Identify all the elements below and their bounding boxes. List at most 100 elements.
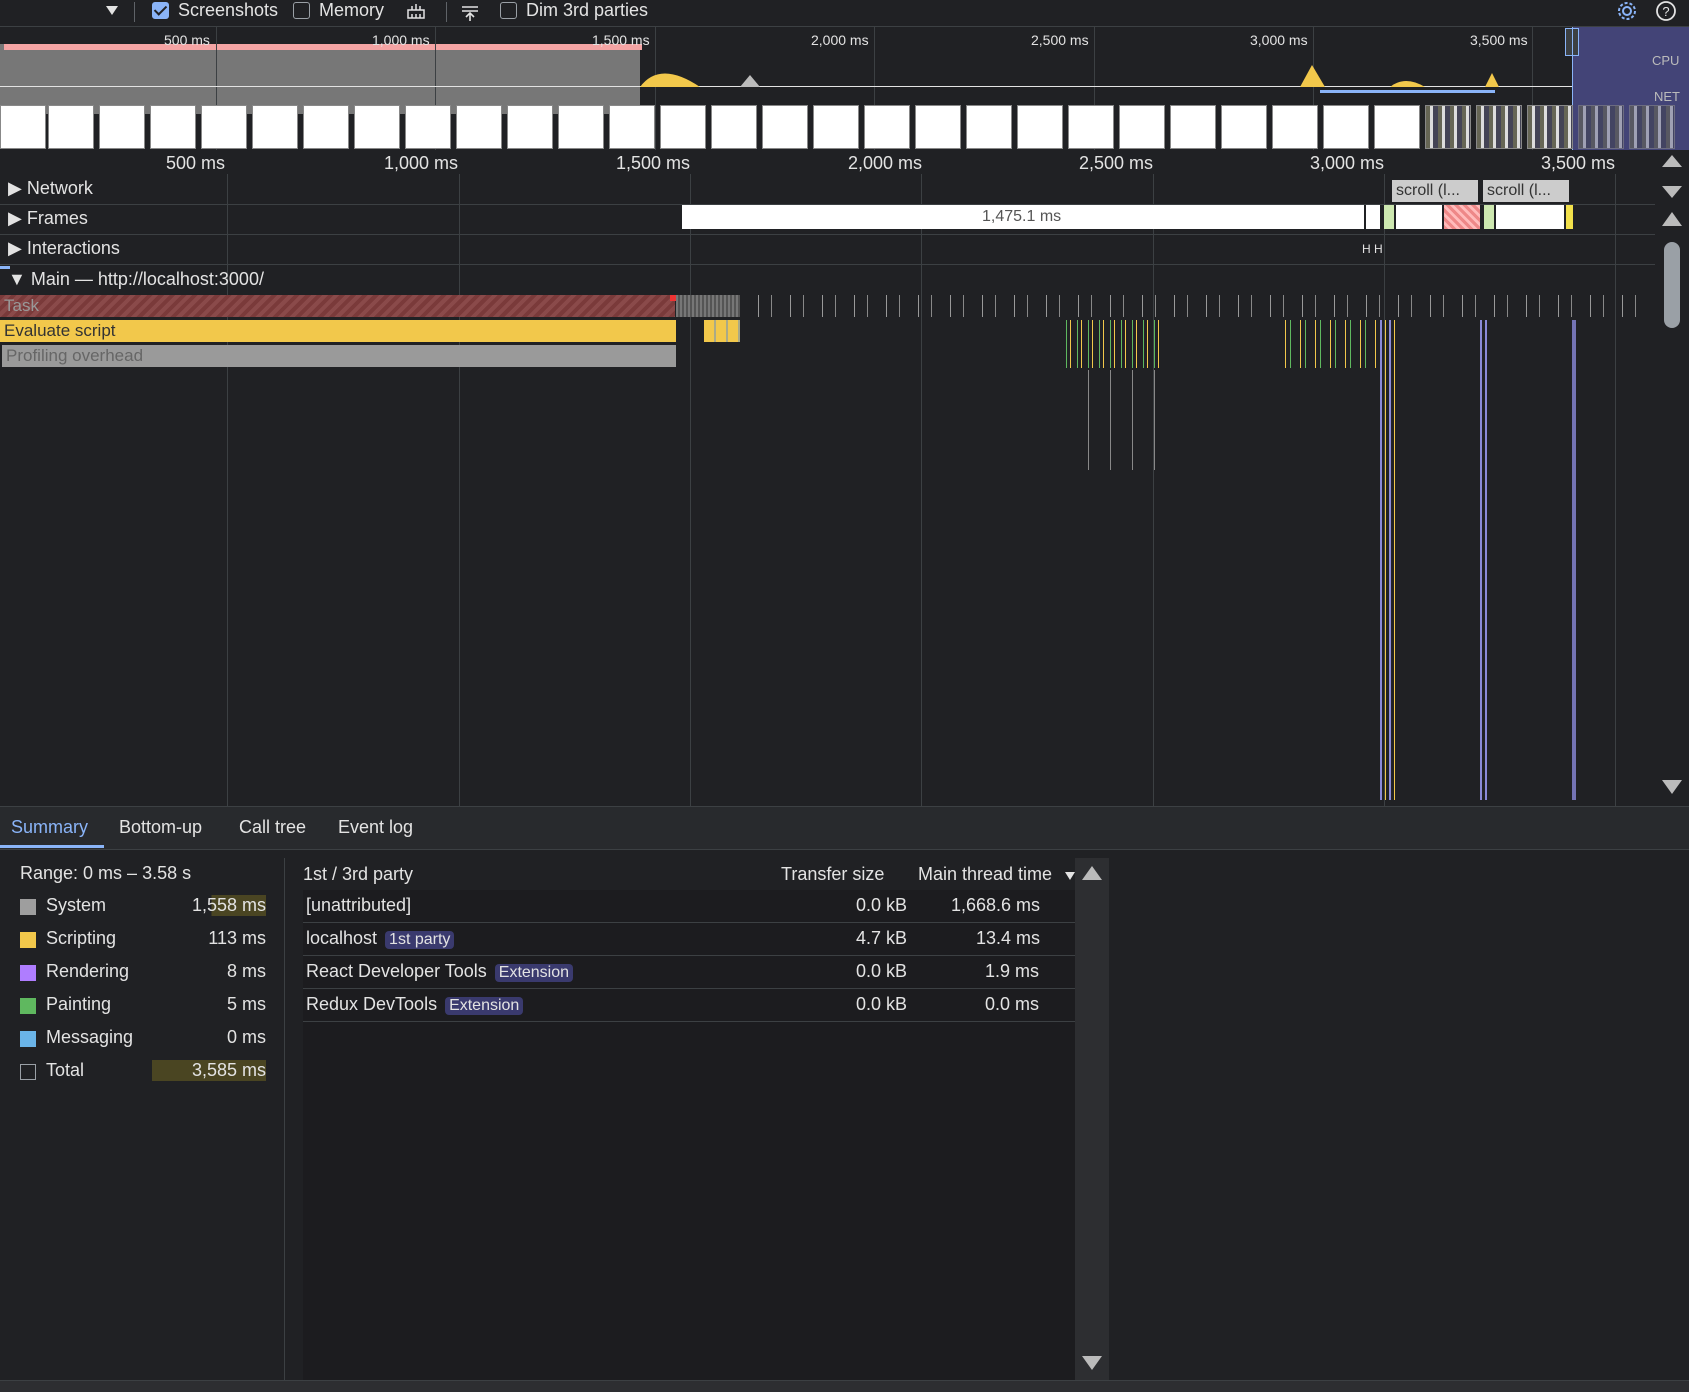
nested-call-stack[interactable] <box>1088 370 1158 470</box>
screenshot-thumbnail[interactable] <box>1578 105 1624 149</box>
ruler-tick: 2,000 ms <box>848 153 923 173</box>
dropped-frame-block[interactable] <box>1444 205 1480 229</box>
memory-checkbox[interactable] <box>293 2 310 19</box>
interaction-marker[interactable]: H H <box>1362 242 1383 256</box>
screenshot-thumbnail[interactable] <box>1629 105 1675 149</box>
table-row[interactable]: Redux DevTools Extension 0.0 kB 0.0 ms <box>303 989 1075 1022</box>
main-thread-header[interactable]: ▼ Main — http://localhost:3000/ <box>0 266 1655 296</box>
frame-block[interactable] <box>1366 205 1380 229</box>
scripting-color-swatch <box>20 932 36 948</box>
screenshot-thumbnail[interactable] <box>609 105 655 149</box>
screenshot-thumbnail[interactable] <box>252 105 298 149</box>
screenshot-thumbnail[interactable] <box>1323 105 1369 149</box>
sort-descending-icon[interactable] <box>1065 872 1075 880</box>
summary-value: 8 ms <box>226 961 266 981</box>
summary-panel: Range: 0 ms – 3.58 s System 1,558 ms Scr… <box>0 850 284 1380</box>
partial-frame-block[interactable] <box>1566 205 1573 229</box>
screenshot-thumbnail[interactable] <box>813 105 859 149</box>
screenshot-thumbnail[interactable] <box>915 105 961 149</box>
scroll-down-arrow-icon[interactable] <box>1662 780 1682 794</box>
frame-block[interactable] <box>1384 205 1394 229</box>
recording-select-chevron-icon[interactable] <box>106 6 118 15</box>
settings-gear-icon[interactable] <box>1616 0 1640 22</box>
screenshot-thumbnail[interactable] <box>1374 105 1420 149</box>
screenshot-thumbnail[interactable] <box>1272 105 1318 149</box>
scroll-down-arrow-icon[interactable] <box>1082 1356 1102 1370</box>
screenshot-thumbnail[interactable] <box>150 105 196 149</box>
screenshot-thumbnail[interactable] <box>201 105 247 149</box>
toolbar-divider <box>446 2 447 22</box>
evaluate-script-block[interactable] <box>704 320 740 342</box>
evaluate-script-block[interactable]: Evaluate script <box>0 320 676 342</box>
screenshot-thumbnail[interactable] <box>1527 105 1573 149</box>
screenshot-thumbnail[interactable] <box>354 105 400 149</box>
dim-3rd-parties-checkbox[interactable] <box>500 2 517 19</box>
screenshot-thumbnail[interactable] <box>660 105 706 149</box>
frame-block[interactable] <box>1496 205 1564 229</box>
nested-call-stack[interactable] <box>1480 320 1488 800</box>
screenshot-thumbnail[interactable] <box>507 105 553 149</box>
screenshot-thumbnail[interactable] <box>558 105 604 149</box>
column-header-party[interactable]: 1st / 3rd party <box>303 864 413 885</box>
column-header-main-thread-time[interactable]: Main thread time <box>918 864 1052 885</box>
scroll-up-arrow-icon[interactable] <box>1662 212 1682 226</box>
screenshot-thumbnail[interactable] <box>864 105 910 149</box>
interactions-track[interactable]: ▶ Interactions H H <box>0 234 1655 265</box>
toolbar: Screenshots Memory Dim 3rd parties ? <box>0 0 1689 27</box>
tab-call-tree[interactable]: Call tree <box>239 817 306 838</box>
screenshot-thumbnail[interactable] <box>48 105 94 149</box>
screenshot-thumbnail[interactable] <box>0 105 46 149</box>
scroll-event-block[interactable]: scroll (l... <box>1392 180 1478 202</box>
task-block[interactable] <box>676 295 740 317</box>
help-icon[interactable]: ? <box>1654 0 1678 22</box>
screenshots-checkbox[interactable] <box>152 2 169 19</box>
screenshot-thumbnail[interactable] <box>1170 105 1216 149</box>
overview-tick: 1,000 ms <box>372 32 430 48</box>
screenshot-thumbnail[interactable] <box>966 105 1012 149</box>
screenshot-thumbnail[interactable] <box>1017 105 1063 149</box>
nested-call-stack[interactable] <box>1572 320 1576 800</box>
track-config-icon[interactable] <box>460 2 480 22</box>
screenshot-thumbnail[interactable] <box>711 105 757 149</box>
scroll-event-block[interactable]: scroll (l... <box>1483 180 1569 202</box>
task-block[interactable]: Task <box>0 295 675 317</box>
screenshots-label: Screenshots <box>178 0 279 20</box>
garbage-collect-icon[interactable] <box>406 2 426 20</box>
tab-bottom-up[interactable]: Bottom-up <box>119 817 202 838</box>
nested-call-stack[interactable] <box>1380 320 1398 800</box>
extension-badge: Extension <box>494 964 574 982</box>
summary-row-rendering: Rendering 8 ms <box>18 961 266 989</box>
scroll-down-arrow-icon[interactable] <box>1662 186 1682 198</box>
screenshot-thumbnail[interactable] <box>303 105 349 149</box>
screenshot-thumbnail[interactable] <box>456 105 502 149</box>
screenshot-thumbnail[interactable] <box>762 105 808 149</box>
scroll-up-arrow-icon[interactable] <box>1082 866 1102 880</box>
scroll-up-arrow-icon[interactable] <box>1662 155 1682 167</box>
screenshot-thumbnail[interactable] <box>405 105 451 149</box>
main-track-title: ▼ Main — http://localhost:3000/ <box>8 269 264 289</box>
tracks-scrollbar[interactable] <box>1655 150 1689 806</box>
frame-block[interactable] <box>1396 205 1442 229</box>
screenshot-thumbnail[interactable] <box>1221 105 1267 149</box>
scrollbar-thumb[interactable] <box>1664 242 1680 328</box>
messaging-color-swatch <box>20 1031 36 1047</box>
table-row[interactable]: React Developer Tools Extension 0.0 kB 1.… <box>303 956 1075 989</box>
column-header-transfer-size[interactable]: Transfer size <box>781 864 884 885</box>
timeline-overview[interactable]: 500 ms 1,000 ms 1,500 ms 2,000 ms 2,500 … <box>0 27 1689 150</box>
profiling-overhead-block[interactable]: Profiling overhead <box>2 345 676 367</box>
screenshot-thumbnail[interactable] <box>1425 105 1471 149</box>
frames-track[interactable]: ▶ Frames 1,475.1 ms <box>0 204 1655 235</box>
frame-block[interactable]: 1,475.1 ms <box>682 205 1364 229</box>
screenshot-thumbnail[interactable] <box>1476 105 1522 149</box>
frame-block[interactable] <box>1484 205 1494 229</box>
tab-event-log[interactable]: Event log <box>338 817 413 838</box>
network-track[interactable]: ▶ Network scroll (l... scroll (l... <box>0 174 1655 205</box>
screenshot-thumbnail[interactable] <box>1119 105 1165 149</box>
screenshot-thumbnail[interactable] <box>99 105 145 149</box>
screenshot-thumbnail[interactable] <box>1068 105 1114 149</box>
table-scrollbar[interactable] <box>1075 858 1109 1380</box>
table-row[interactable]: [unattributed] 0.0 kB 1,668.6 ms <box>303 890 1075 923</box>
tab-summary[interactable]: Summary <box>11 817 88 838</box>
table-row[interactable]: localhost 1st party 4.7 kB 13.4 ms <box>303 923 1075 956</box>
bottom-status-strip <box>0 1380 1689 1392</box>
